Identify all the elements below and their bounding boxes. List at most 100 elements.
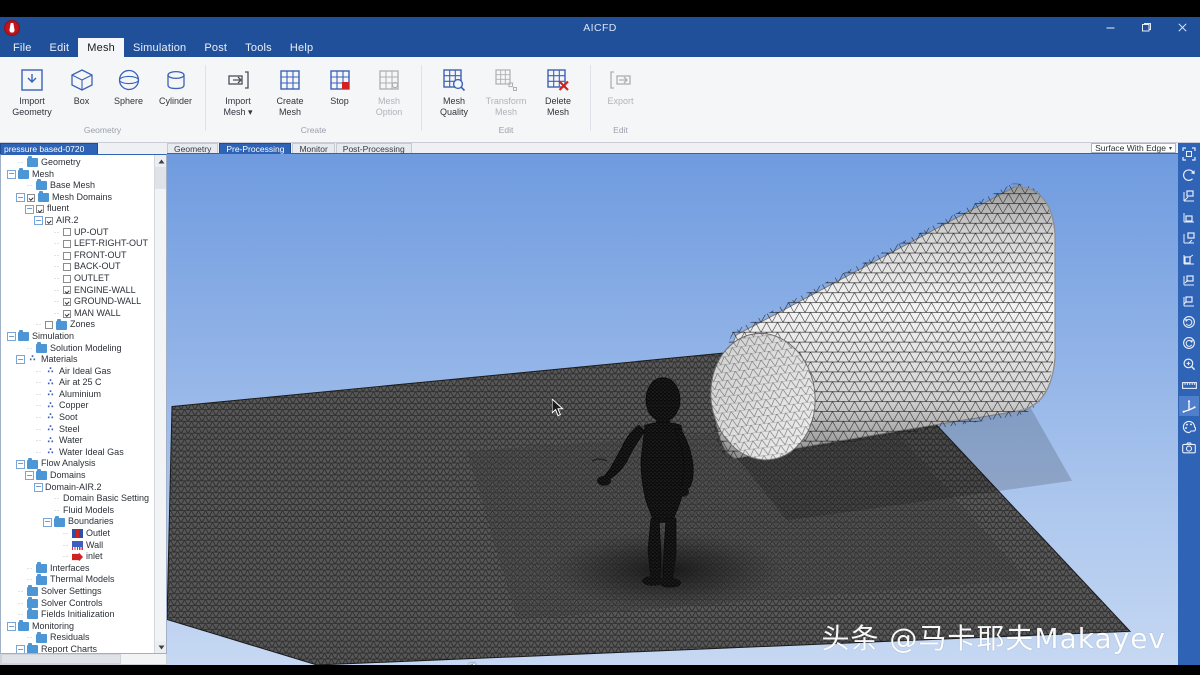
view-top-button[interactable]	[1179, 291, 1199, 311]
tree-item[interactable]: − AIR.2	[1, 215, 154, 227]
tree-item[interactable]: ·· Fluid Models	[1, 505, 154, 517]
camera-button[interactable]	[1179, 438, 1199, 458]
checkbox-checked[interactable]	[45, 216, 53, 225]
collapse-toggle-icon[interactable]: −	[16, 193, 25, 203]
tree-item[interactable]: − Boundaries	[1, 515, 154, 528]
collapse-toggle-icon[interactable]: −	[16, 355, 25, 365]
checkbox-unchecked[interactable]	[63, 274, 71, 283]
tree-item[interactable]: ·· ∴ Water Ideal Gas	[1, 447, 154, 459]
delete-mesh-button[interactable]: Delete Mesh	[532, 62, 584, 117]
menu-item-tools[interactable]: Tools	[236, 38, 281, 57]
tree-item[interactable]: ·· ENGINE-WALL	[1, 285, 154, 297]
tree-item[interactable]: ·· Solution Modeling	[1, 341, 154, 355]
tree-item[interactable]: ·· FRONT-OUT	[1, 250, 154, 262]
menu-item-file[interactable]: File	[4, 38, 41, 57]
import-mesh-button[interactable]: Import Mesh ▾	[212, 62, 264, 117]
tree-item[interactable]: ·· ∴ Air Ideal Gas	[1, 366, 154, 378]
menu-item-post[interactable]: Post	[195, 38, 236, 57]
menu-item-simulation[interactable]: Simulation	[124, 38, 195, 57]
menu-item-help[interactable]: Help	[281, 38, 322, 57]
collapse-toggle-icon[interactable]: −	[25, 471, 34, 481]
view-front-button[interactable]	[1179, 207, 1199, 227]
tree-item[interactable]: ·· GROUND-WALL	[1, 296, 154, 308]
collapse-toggle-icon[interactable]: −	[16, 459, 25, 469]
tree-item[interactable]: ·· Thermal Models	[1, 573, 154, 586]
checkbox-unchecked[interactable]	[63, 263, 71, 272]
tree-item[interactable]: − ∴ Materials	[1, 354, 154, 366]
tree-item[interactable]: ·· ∴ Copper	[1, 400, 154, 412]
tree-horizontal-scrollbar[interactable]	[0, 654, 167, 665]
tree-item[interactable]: ·· ∴ Air at 25 C	[1, 377, 154, 389]
tree-item[interactable]: ·· Residuals	[1, 631, 154, 644]
render-viewport[interactable]: Z X Y 头条 @马卡耶夫Makayev	[167, 154, 1178, 665]
checkbox-checked[interactable]	[63, 309, 71, 318]
ruler-button[interactable]	[1179, 375, 1199, 395]
menu-item-mesh[interactable]: Mesh	[78, 38, 124, 57]
tree-item[interactable]: ·· MAN WALL	[1, 308, 154, 320]
tree-item[interactable]: ·· Geometry	[1, 156, 154, 169]
tree-item[interactable]: ·· Fields Initialization	[1, 608, 154, 621]
tree-item[interactable]: ·· OUTLET	[1, 273, 154, 285]
cylinder-button[interactable]: Cylinder	[152, 62, 199, 107]
project-tab[interactable]: pressure based-0720	[0, 143, 98, 154]
tree-item[interactable]: ·· Solver Controls	[1, 596, 154, 610]
create-mesh-button[interactable]: Create Mesh	[264, 62, 316, 117]
tree-item[interactable]: ·· Interfaces	[1, 562, 154, 575]
fit-view-button[interactable]	[1179, 144, 1199, 164]
view-iso-3-button[interactable]	[1179, 270, 1199, 290]
minimize-button[interactable]	[1092, 17, 1128, 38]
tree-item[interactable]: − Monitoring	[1, 620, 154, 633]
tree-item[interactable]: ·· UP-OUT	[1, 227, 154, 239]
tree-item[interactable]: ·· Base Mesh	[1, 179, 154, 192]
tree-vertical-scrollbar[interactable]	[154, 155, 166, 653]
scrollbar-thumb-horizontal[interactable]	[1, 654, 121, 664]
maximize-restore-button[interactable]	[1128, 17, 1164, 38]
tab-geometry[interactable]: Geometry	[167, 143, 219, 154]
tree-item[interactable]: ·· BACK-OUT	[1, 261, 154, 273]
checkbox-checked[interactable]	[27, 193, 35, 202]
collapse-toggle-icon[interactable]: −	[34, 482, 43, 492]
checkbox-unchecked[interactable]	[63, 228, 71, 237]
checkbox-unchecked[interactable]	[63, 239, 71, 248]
view-iso-2-button[interactable]	[1179, 228, 1199, 248]
box-button[interactable]: Box	[58, 62, 105, 107]
tree-item[interactable]: − Mesh	[1, 167, 154, 181]
palette-button[interactable]	[1179, 417, 1199, 437]
tree-item[interactable]: ·· Domain Basic Setting	[1, 493, 154, 505]
tree-item[interactable]: ·· ∴ Aluminium	[1, 389, 154, 401]
scrollbar-thumb[interactable]	[155, 167, 166, 189]
collapse-toggle-icon[interactable]: −	[43, 517, 52, 527]
tree-item[interactable]: ·· Outlet	[1, 528, 154, 540]
stop-mesh-button[interactable]: Stop	[316, 62, 363, 107]
tree-item[interactable]: − Mesh Domains	[1, 191, 154, 204]
tree-item[interactable]: − Report Charts	[1, 643, 154, 653]
menu-item-edit[interactable]: Edit	[41, 38, 79, 57]
tree-item[interactable]: ·· ∴ Soot	[1, 412, 154, 424]
tree-item[interactable]: − Simulation	[1, 330, 154, 343]
collapse-toggle-icon[interactable]: −	[16, 645, 25, 653]
sphere-button[interactable]: Sphere	[105, 62, 152, 107]
rotate-view-button[interactable]	[1179, 165, 1199, 185]
tree-item[interactable]: ·· Zones	[1, 318, 154, 331]
rotate-cw-90-button[interactable]	[1179, 333, 1199, 353]
collapse-toggle-icon[interactable]: −	[25, 204, 34, 214]
axis-triad-button[interactable]	[1179, 396, 1199, 416]
tree-item[interactable]: ·· inlet	[1, 551, 154, 563]
view-iso-1-button[interactable]	[1179, 186, 1199, 206]
checkbox-checked[interactable]	[63, 297, 71, 306]
rotate-ccw-90-button[interactable]	[1179, 312, 1199, 332]
tab-pre-processing[interactable]: Pre-Processing	[219, 143, 292, 154]
scroll-down-button[interactable]	[155, 641, 166, 653]
collapse-toggle-icon[interactable]: −	[34, 216, 43, 226]
tree-item[interactable]: − Flow Analysis	[1, 457, 154, 470]
tree-item[interactable]: − fluent	[1, 203, 154, 215]
close-button[interactable]	[1164, 17, 1200, 38]
tree-item[interactable]: − Domain-AIR.2	[1, 482, 154, 494]
checkbox-unchecked[interactable]	[63, 251, 71, 260]
collapse-toggle-icon[interactable]: −	[7, 622, 16, 632]
checkbox-unchecked[interactable]	[45, 321, 53, 330]
tree-item[interactable]: ·· LEFT-RIGHT-OUT	[1, 238, 154, 250]
view-left-button[interactable]	[1179, 249, 1199, 269]
tab-monitor[interactable]: Monitor	[292, 143, 335, 154]
tab-post-processing[interactable]: Post-Processing	[335, 143, 412, 154]
